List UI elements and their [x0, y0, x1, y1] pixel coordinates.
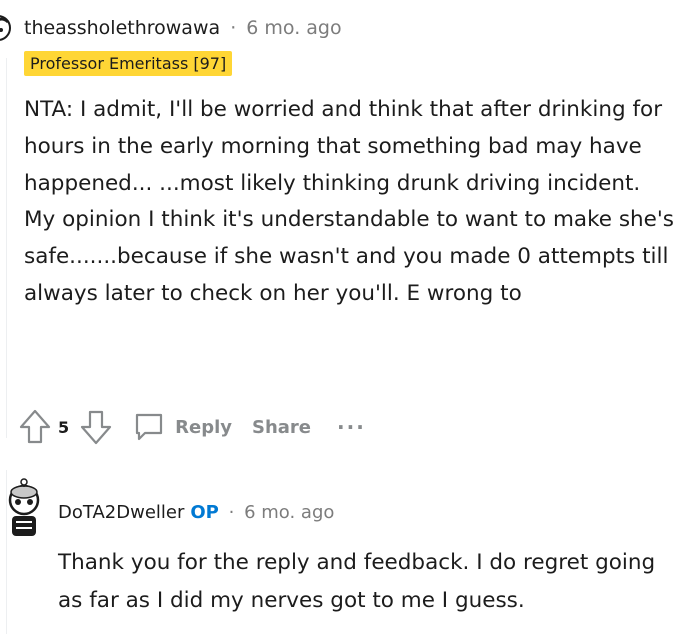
comment-timestamp[interactable]: 6 mo. ago [244, 502, 334, 523]
avatar[interactable] [2, 478, 46, 540]
op-badge: OP [190, 502, 219, 523]
share-button[interactable]: Share [252, 417, 311, 438]
comment-header: DoTA2Dweller OP · 6 mo. ago [58, 500, 334, 526]
separator-dot: · [228, 502, 235, 523]
comment-bubble-icon [133, 411, 165, 443]
comment-action-bar: 5 Reply Share ··· [18, 406, 366, 448]
comment-author[interactable]: DoTA2Dweller [58, 502, 184, 523]
thread-line[interactable] [6, 58, 7, 438]
comment-body: Thank you for the reply and feedback. I … [58, 550, 656, 613]
more-options-icon: ··· [337, 415, 366, 439]
comment-header: theassholethrowawa · 6 mo. ago [24, 14, 342, 42]
comment-body: NTA: I admit, I'll be worried and think … [24, 97, 674, 306]
more-options-button[interactable]: ··· [337, 415, 366, 439]
separator-dot: · [230, 17, 237, 39]
user-flair: Professor Emeritass [97] [24, 51, 233, 76]
share-label: Share [252, 416, 312, 438]
reply-button[interactable]: Reply [133, 411, 232, 443]
comment-author[interactable]: theassholethrowawa [24, 17, 220, 39]
upvote-icon[interactable] [18, 408, 52, 446]
downvote-icon[interactable] [79, 408, 113, 446]
avatar[interactable] [0, 8, 16, 52]
vote-count: 5 [58, 417, 70, 437]
comment-timestamp[interactable]: 6 mo. ago [246, 17, 341, 39]
reply-label: Reply [175, 416, 232, 438]
